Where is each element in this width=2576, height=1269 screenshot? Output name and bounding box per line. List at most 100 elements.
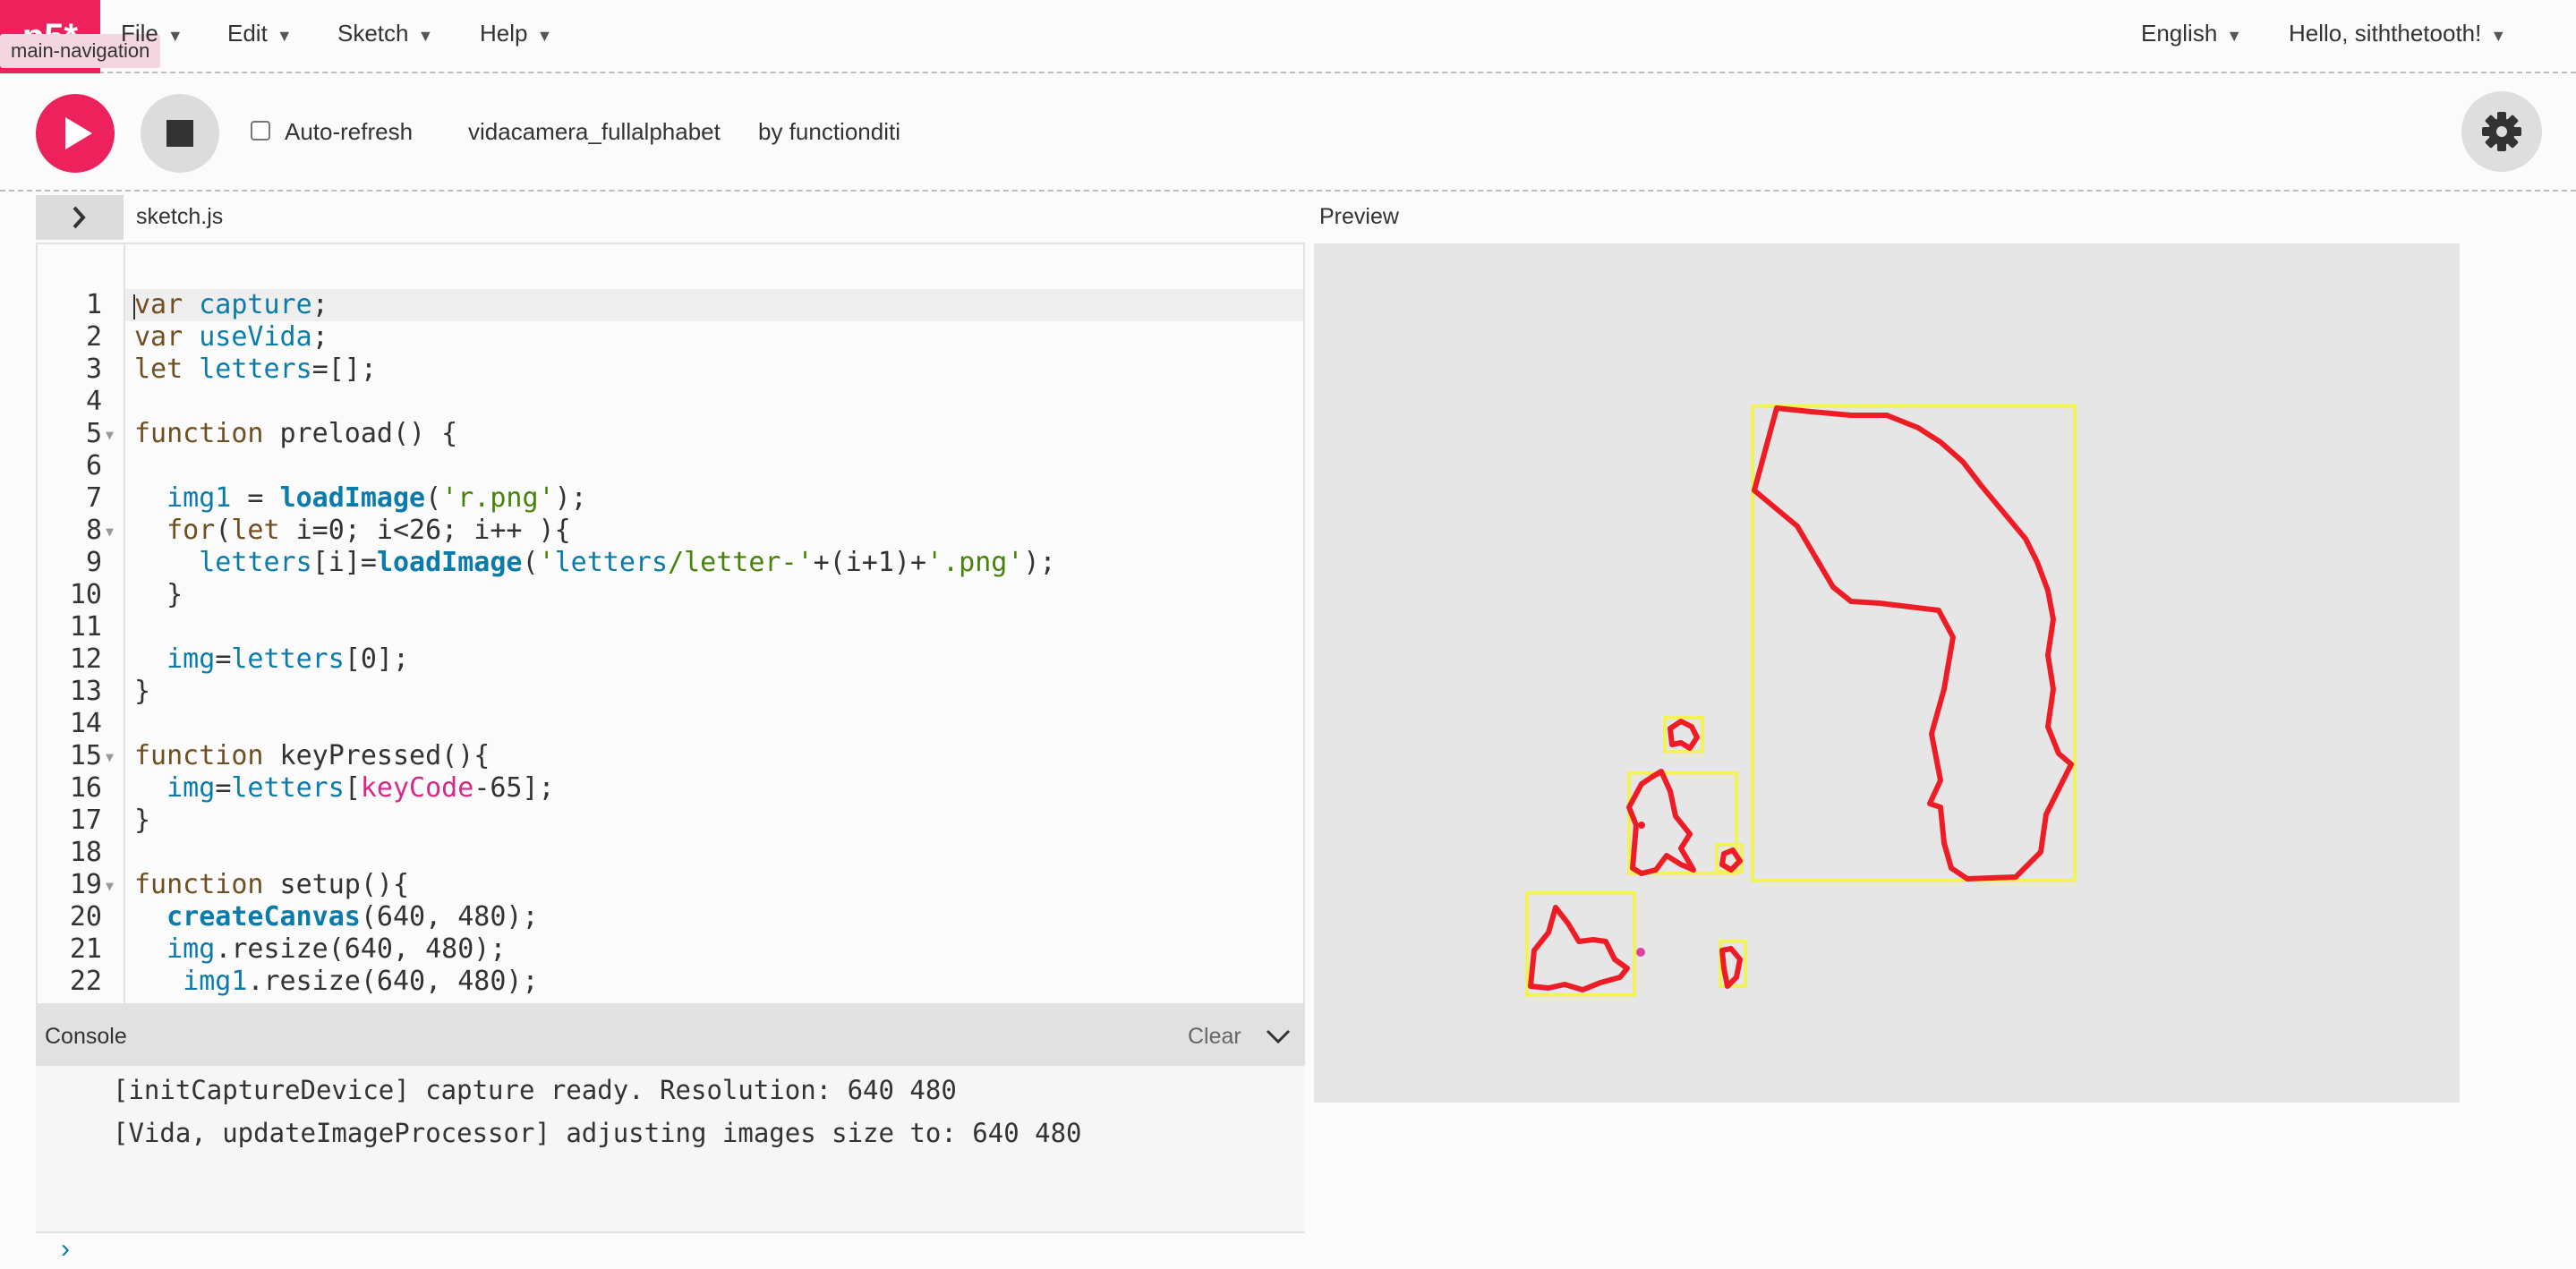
user-label: Hello, siththetooth! [2289, 20, 2482, 47]
code-text: img=letters[keyCode-65]; [166, 772, 555, 804]
play-icon [65, 117, 92, 149]
line-number: 20 [69, 901, 102, 933]
menu-edit[interactable]: Edit ▼ [227, 20, 293, 47]
code-line[interactable]: 15 ▼ function keyPressed(){ [38, 740, 1303, 773]
code-text: img1.resize(640, 480); [183, 966, 539, 997]
chevron-down-icon: ▼ [166, 27, 183, 45]
auto-refresh-checkbox[interactable] [251, 121, 270, 141]
stop-button[interactable] [141, 94, 219, 173]
code-text: img.resize(640, 480); [166, 933, 507, 965]
main-navigation: p5* main-navigation File▼ Edit▼ Sketch▼ … [0, 0, 2576, 73]
console-input[interactable]: › [36, 1231, 1305, 1269]
blob-outline [1626, 769, 1696, 876]
console-prompt-icon: › [61, 1234, 70, 1264]
settings-button[interactable] [2461, 91, 2542, 172]
code-line[interactable]: 2 var useVida; [38, 321, 1303, 353]
code-line[interactable]: 13} [38, 676, 1303, 708]
line-number: 1 [85, 289, 102, 320]
console-output: [initCaptureDevice] capture ready. Resol… [36, 1066, 1305, 1231]
language-label: English [2141, 20, 2218, 47]
sidebar-toggle-button[interactable] [36, 195, 124, 240]
play-button[interactable] [36, 94, 115, 173]
menu-help-label: Help [480, 20, 528, 47]
chevron-down-icon: ▼ [2490, 27, 2507, 45]
console-header [36, 1005, 1305, 1066]
fold-arrow-icon[interactable]: ▼ [106, 419, 114, 451]
line-number: 8 [85, 515, 102, 546]
code-line[interactable]: 10 } [38, 579, 1303, 611]
line-number: 13 [69, 676, 102, 707]
line-number: 9 [85, 547, 102, 578]
stop-icon [166, 120, 193, 147]
line-number: 22 [69, 966, 102, 997]
code-line[interactable]: 14 [38, 708, 1303, 740]
menu-sketch-label: Sketch [337, 20, 409, 47]
code-line[interactable]: 11 [38, 611, 1303, 643]
fold-arrow-icon[interactable]: ▼ [106, 515, 114, 548]
code-line[interactable]: 19 ▼ function setup(){ [38, 869, 1303, 902]
code-line[interactable]: 1 var capture; [38, 289, 1303, 321]
code-line[interactable]: 3 let letters=[]; [38, 353, 1303, 386]
sketch-name[interactable]: vidacamera_fullalphabet [468, 118, 721, 146]
preview-label: Preview [1319, 204, 1399, 229]
file-tab-sketch-js[interactable]: sketch.js [136, 204, 223, 230]
bounding-box [1751, 405, 2077, 882]
code-line[interactable]: 16 img=letters[keyCode-65]; [38, 772, 1303, 805]
gear-icon [2482, 112, 2521, 151]
code-text: function setup(){ [134, 869, 410, 900]
code-text: } [134, 805, 151, 836]
menu-file[interactable]: File ▼ [121, 20, 183, 47]
code-line[interactable]: 8 ▼ for(let i=0; i<26; i++ ){ [38, 515, 1303, 548]
chevron-down-icon: ▼ [2226, 27, 2243, 45]
code-text: letters[i]=loadImage('letters/letter-'+(… [199, 547, 1056, 578]
user-menu[interactable]: Hello, siththetooth! ▼ [2289, 20, 2506, 47]
code-line[interactable]: 6 [38, 450, 1303, 482]
line-number: 10 [69, 579, 102, 610]
line-number: 2 [85, 321, 102, 353]
blob-detection-drawing [1525, 405, 2077, 997]
code-text: function preload() { [134, 418, 458, 449]
console-clear-button[interactable]: Clear [1188, 1024, 1241, 1050]
chevron-down-icon[interactable] [1265, 1023, 1292, 1050]
fold-arrow-icon[interactable]: ▼ [106, 870, 114, 902]
fold-arrow-icon[interactable]: ▼ [106, 741, 114, 773]
line-number: 14 [69, 708, 102, 739]
centroid-marker [1638, 822, 1645, 829]
language-menu[interactable]: English ▼ [2141, 20, 2242, 47]
code-line[interactable]: 5 ▼ function preload() { [38, 418, 1303, 451]
code-line[interactable]: 7 img1 = loadImage('r.png'); [38, 482, 1303, 515]
code-line[interactable]: 17} [38, 805, 1303, 837]
code-text: createCanvas(640, 480); [166, 901, 539, 933]
line-number: 19 [69, 869, 102, 900]
blob-outline [1719, 946, 1743, 989]
chevron-down-icon: ▼ [276, 27, 293, 45]
code-line[interactable]: 21 img.resize(640, 480); [38, 933, 1303, 966]
code-text: for(let i=0; i<26; i++ ){ [166, 515, 571, 546]
code-editor[interactable]: 1 var capture; 2 var useVida; 3 let letters=[… [36, 243, 1305, 1005]
code-line[interactable]: 20 createCanvas(640, 480); [38, 901, 1303, 933]
line-number: 3 [85, 353, 102, 385]
sketch-author: by functionditi [758, 118, 900, 145]
line-number: 5 [85, 418, 102, 449]
code-text: img1 = loadImage('r.png'); [166, 482, 587, 514]
code-line[interactable]: 22 img1.resize(640, 480); [38, 966, 1303, 998]
code-line[interactable]: 4 [38, 386, 1303, 418]
line-number: 6 [85, 450, 102, 481]
line-number: 18 [69, 837, 102, 868]
code-line[interactable]: 9 letters[i]=loadImage('letters/letter-'… [38, 547, 1303, 579]
code-text: var useVida; [134, 321, 328, 353]
line-number: 15 [69, 740, 102, 771]
text-cursor [133, 294, 135, 319]
preview-canvas[interactable] [1314, 243, 2460, 1103]
code-text: img=letters[0]; [166, 643, 410, 675]
code-line[interactable]: 18 [38, 837, 1303, 869]
console-message: [Vida, updateImageProcessor] adjusting i… [113, 1118, 1082, 1148]
blob-outline [1752, 405, 2074, 881]
line-number: 21 [69, 933, 102, 965]
code-text: } [134, 579, 183, 610]
code-line[interactable]: 12 img=letters[0]; [38, 643, 1303, 676]
console-title: Console [45, 1024, 127, 1049]
console-message: [initCaptureDevice] capture ready. Resol… [113, 1075, 957, 1105]
menu-sketch[interactable]: Sketch ▼ [337, 20, 433, 47]
menu-help[interactable]: Help ▼ [480, 20, 552, 47]
